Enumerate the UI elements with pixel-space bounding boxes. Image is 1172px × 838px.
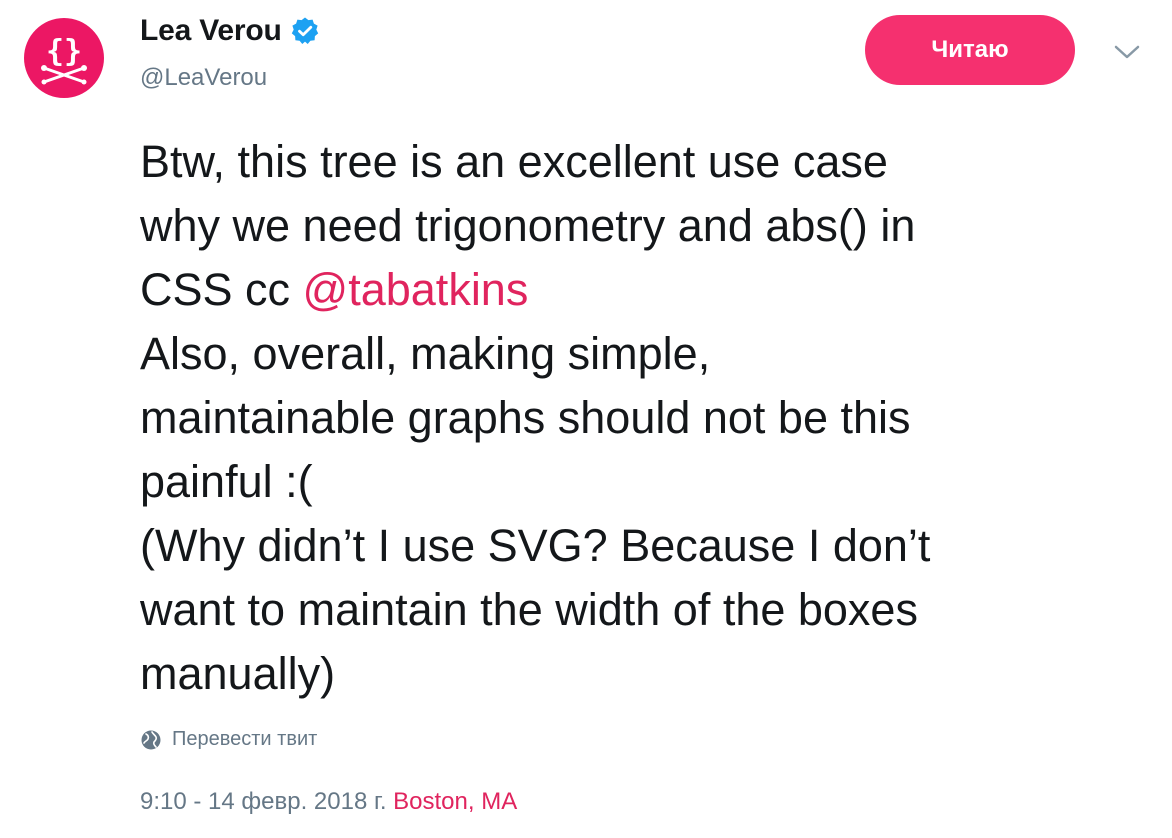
tweet-line-3: CSS cc @tabatkins (140, 258, 1160, 322)
display-name[interactable]: Lea Verou (140, 14, 282, 48)
globe-icon (141, 730, 161, 749)
author-name-row[interactable]: Lea Verou (140, 14, 320, 48)
tweet-line-6: painful :( (140, 456, 313, 507)
tweet-line-1: Btw, this tree is an excellent use case (140, 136, 888, 187)
tweet-text: Btw, this tree is an excellent use case … (140, 130, 1160, 706)
svg-text:{}: {} (46, 34, 82, 69)
tweet-line-5: maintainable graphs should not be this (140, 392, 911, 443)
translate-label[interactable]: Перевести твит (172, 728, 317, 751)
author-handle[interactable]: @LeaVerou (140, 64, 267, 92)
avatar[interactable]: {} (24, 18, 104, 98)
tweet-line-2: why we need trigonometry and abs() in (140, 200, 916, 251)
follow-button[interactable]: Читаю (865, 15, 1075, 85)
timestamp[interactable]: 9:10 - 14 февр. 2018 г. (140, 788, 386, 815)
tweet-line-8: want to maintain the width of the boxes (140, 584, 918, 635)
tweet-line-7: (Why didn’t I use SVG? Because I don’t (140, 520, 931, 571)
chevron-down-icon (1114, 45, 1140, 59)
tweet-meta: 9:10 - 14 февр. 2018 г. Boston, MA (140, 788, 517, 816)
mention-link[interactable]: @tabatkins (303, 264, 529, 315)
tweet-line-9: manually) (140, 648, 336, 699)
tweet-menu-button[interactable] (1112, 40, 1142, 64)
tweet-line-4: Also, overall, making simple, (140, 328, 711, 379)
braces-crossed-swords-logo: {} (41, 34, 87, 85)
location-link[interactable]: Boston, MA (393, 788, 517, 815)
tweet-line-3-text: CSS cc (140, 264, 303, 315)
translate-tweet-link[interactable]: Перевести твит (140, 728, 317, 751)
verified-badge-icon (290, 16, 320, 46)
